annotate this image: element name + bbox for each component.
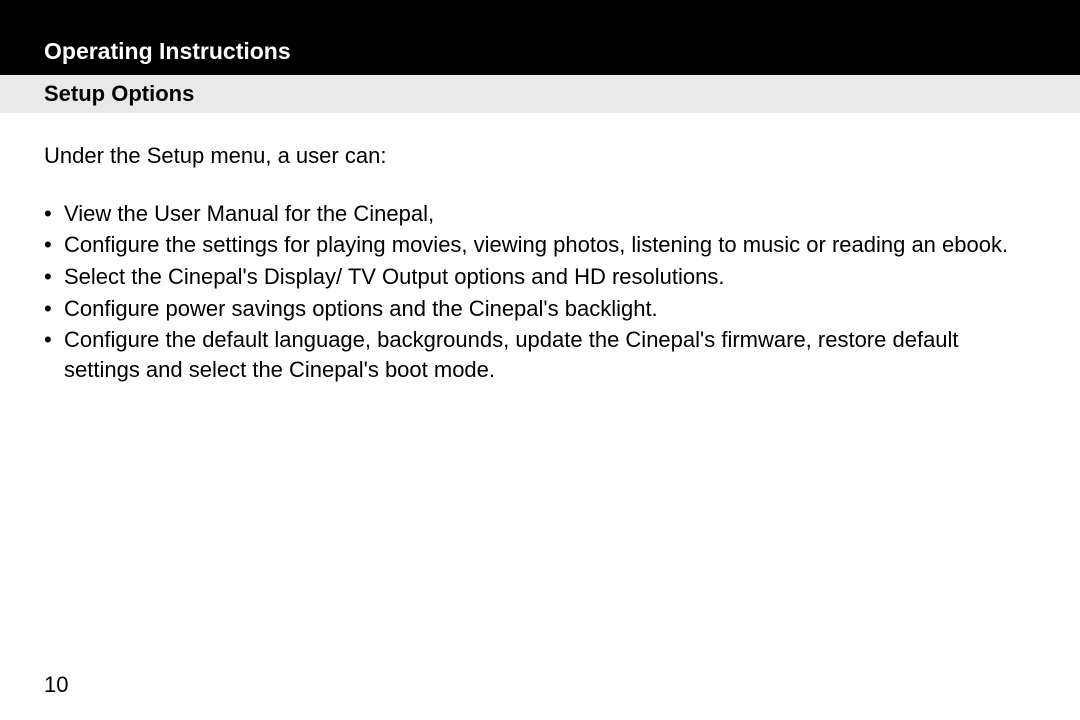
list-item: Configure the settings for playing movie… — [44, 230, 1036, 260]
subheader-band: Setup Options — [0, 75, 1080, 113]
content-area: Under the Setup menu, a user can: View t… — [0, 113, 1080, 385]
list-item: Configure power savings options and the … — [44, 294, 1036, 324]
list-item: Configure the default language, backgrou… — [44, 325, 1036, 384]
list-item: View the User Manual for the Cinepal, — [44, 199, 1036, 229]
section-title: Setup Options — [44, 81, 1080, 107]
page-title: Operating Instructions — [44, 38, 291, 65]
intro-text: Under the Setup menu, a user can: — [44, 141, 1036, 171]
header-band: Operating Instructions — [0, 0, 1080, 75]
list-item: Select the Cinepal's Display/ TV Output … — [44, 262, 1036, 292]
page-number: 10 — [44, 672, 68, 698]
bullet-list: View the User Manual for the Cinepal, Co… — [44, 199, 1036, 385]
